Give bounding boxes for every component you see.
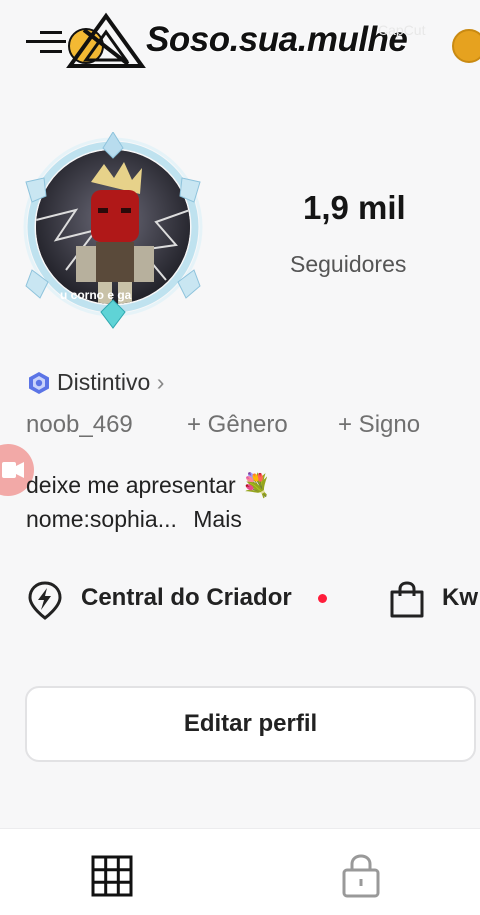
bio-more-link[interactable]: Mais: [193, 506, 242, 532]
add-gender-button[interactable]: + Gênero: [187, 411, 288, 439]
lock-icon[interactable]: [340, 852, 382, 898]
chevron-right-icon: ›: [156, 369, 165, 395]
creator-center-link[interactable]: Central do Criador: [81, 584, 292, 612]
speed-line: [26, 40, 66, 43]
avatar-frame-icon: [23, 132, 203, 329]
badge-label: Distintivo: [57, 369, 151, 395]
badge-icon[interactable]: [27, 371, 51, 395]
content-tab-bar: [0, 828, 480, 915]
overlay-title: Soso.sua.mulhe: [146, 20, 408, 59]
lightning-pin-icon[interactable]: [26, 580, 64, 620]
emoji-logo-icon: [66, 12, 146, 68]
notification-dot: [318, 594, 327, 603]
username: noob_469: [26, 411, 133, 438]
bio-line: nome:sophia... Mais: [26, 506, 242, 533]
followers-label[interactable]: Seguidores: [290, 251, 406, 278]
edit-profile-button[interactable]: Editar perfil: [25, 686, 476, 762]
shopping-bag-icon[interactable]: [387, 580, 427, 620]
capcut-watermark: CapCut: [378, 22, 426, 38]
video-title-overlay: Soso.sua.mulhe CapCut: [0, 0, 480, 80]
followers-count[interactable]: 1,9 mil: [303, 189, 406, 227]
avatar-caption: u corno e ga: [60, 288, 132, 302]
speed-line: [40, 50, 62, 53]
shop-link[interactable]: Kw: [442, 584, 478, 612]
add-sign-button[interactable]: + Signo: [338, 411, 420, 439]
speed-line: [40, 31, 62, 34]
grid-icon[interactable]: [91, 855, 133, 897]
bio-text: nome:sophia...: [26, 506, 177, 532]
coin-emoji-icon: [452, 29, 480, 63]
badge-link[interactable]: Distintivo ›: [57, 369, 164, 396]
bio-line: deixe me apresentar 💐: [26, 472, 271, 498]
